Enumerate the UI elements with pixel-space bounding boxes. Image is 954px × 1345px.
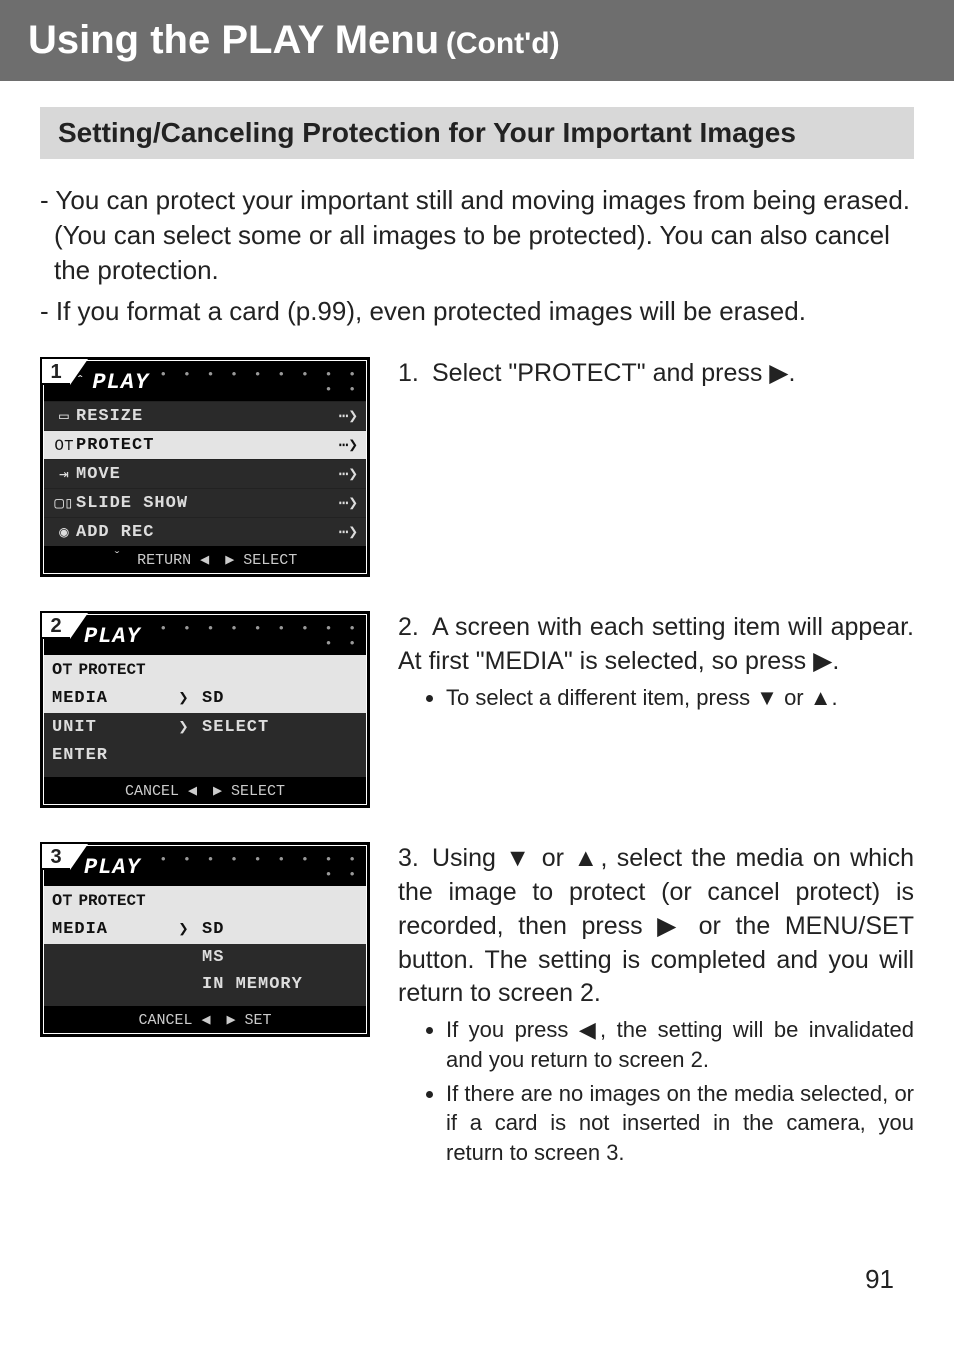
menu-item-protect: O⊤ PROTECT ⋯❯: [44, 430, 366, 459]
submenu-arrow-icon: ⋯❯: [339, 464, 358, 484]
lcd-panel-1: 1 ˆ PLAY • • • • • • • • • • • ▭ RESIZE …: [40, 357, 370, 577]
panel-subheader: O⊤ PROTECT: [44, 886, 366, 915]
step-text: 3.Using ▼ or ▲, select the media on whic…: [398, 842, 914, 1011]
media-option-sd: MEDIA ❯ SD: [44, 915, 366, 944]
page-title-bar: Using the PLAY Menu (Cont'd): [0, 0, 954, 81]
slideshow-icon: ▢▯: [52, 493, 76, 513]
lcd-panel-3: 3 PLAY • • • • • • • • • • • O⊤ PROTECT …: [40, 842, 370, 1037]
step-text: 1.Select "PROTECT" and press ▶.: [398, 357, 914, 391]
panel-header-label: PLAY: [84, 624, 141, 649]
chevron-right-icon: ❯: [172, 919, 196, 940]
step-text: 2.A screen with each setting item will a…: [398, 611, 914, 679]
protect-icon: O⊤: [52, 435, 76, 455]
resize-icon: ▭: [52, 406, 76, 426]
header-dots: • • • • • • • • • • •: [149, 621, 360, 651]
media-option-inmemory: IN MEMORY: [44, 971, 366, 998]
lcd-panel-2: 2 PLAY • • • • • • • • • • • O⊤ PROTECT …: [40, 611, 370, 808]
panel-header-label: PLAY: [84, 855, 141, 880]
panel-number: 2: [42, 613, 72, 639]
step-bullets: To select a different item, press ▼ or ▲…: [398, 683, 914, 713]
intro-line: - You can protect your important still a…: [40, 183, 914, 288]
step-row-1: 1 ˆ PLAY • • • • • • • • • • • ▭ RESIZE …: [40, 357, 914, 577]
step-row-2: 2 PLAY • • • • • • • • • • • O⊤ PROTECT …: [40, 611, 914, 808]
panel-footer: CANCEL ◀ ▶ SET: [44, 1006, 366, 1033]
page-number: 91: [865, 1264, 894, 1295]
panel-number: 3: [42, 844, 72, 870]
page-title-main: Using the PLAY Menu: [28, 18, 439, 62]
bullet-item: If there are no images on the media sele…: [446, 1079, 914, 1168]
submenu-arrow-icon: ⋯❯: [339, 435, 358, 455]
step-bullets: If you press ◀, the setting will be inva…: [398, 1015, 914, 1167]
menu-item-move: ⇥ MOVE ⋯❯: [44, 459, 366, 488]
bullet-item: If you press ◀, the setting will be inva…: [446, 1015, 914, 1074]
media-option-ms: MS: [44, 944, 366, 971]
protect-icon: O⊤: [52, 659, 72, 680]
protect-icon: O⊤: [52, 890, 72, 911]
panel-number: 1: [42, 359, 72, 385]
submenu-arrow-icon: ⋯❯: [339, 406, 358, 426]
intro-block: - You can protect your important still a…: [40, 183, 914, 329]
header-dots: • • • • • • • • • • •: [149, 852, 360, 882]
menu-item-addrec: ◉ ADD REC ⋯❯: [44, 517, 366, 546]
menu-item-slideshow: ▢▯ SLIDE SHOW ⋯❯: [44, 488, 366, 517]
setting-row-blank: [44, 998, 366, 1006]
submenu-arrow-icon: ⋯❯: [339, 493, 358, 513]
header-dots: • • • • • • • • • • •: [157, 367, 360, 397]
setting-row-blank: [44, 769, 366, 777]
submenu-arrow-icon: ⋯❯: [339, 522, 358, 542]
panel-subheader: O⊤ PROTECT: [44, 655, 366, 684]
panel-header-label: PLAY: [92, 370, 149, 395]
step-row-3: 3 PLAY • • • • • • • • • • • O⊤ PROTECT …: [40, 842, 914, 1171]
panel-footer: ˇ RETURN ◀ ▶ SELECT: [44, 546, 366, 573]
panel-footer: CANCEL ◀ ▶ SELECT: [44, 777, 366, 804]
setting-row-enter: ENTER: [44, 742, 366, 769]
move-icon: ⇥: [52, 464, 76, 484]
setting-row-unit: UNIT ❯ SELECT: [44, 713, 366, 742]
addrec-icon: ◉: [52, 522, 76, 542]
setting-row-media: MEDIA ❯ SD: [44, 684, 366, 713]
bullet-item: To select a different item, press ▼ or ▲…: [446, 683, 914, 713]
page-title-sub: (Cont'd): [446, 27, 560, 60]
intro-line: - If you format a card (p.99), even prot…: [40, 294, 914, 329]
caret-down-icon: ˇ: [113, 550, 121, 569]
chevron-right-icon: ❯: [172, 717, 196, 738]
chevron-right-icon: ❯: [172, 688, 196, 709]
menu-item-resize: ▭ RESIZE ⋯❯: [44, 401, 366, 430]
section-header: Setting/Canceling Protection for Your Im…: [40, 107, 914, 159]
